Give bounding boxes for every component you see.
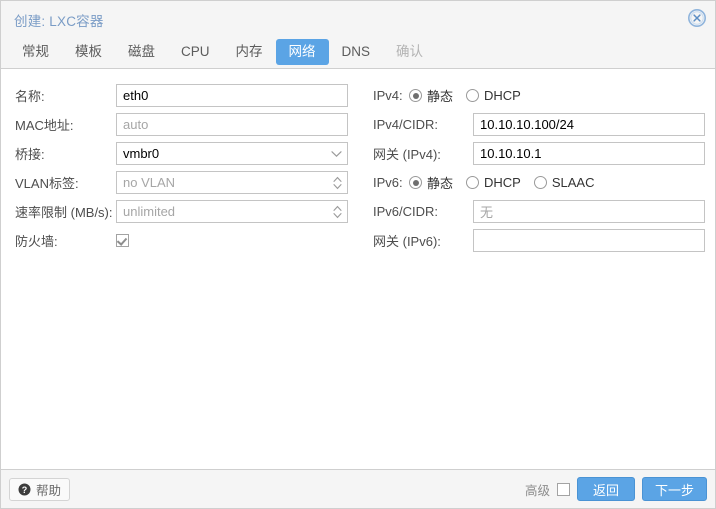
tab-cpu[interactable]: CPU: [168, 39, 223, 65]
vlan-stepper[interactable]: no VLAN: [116, 171, 348, 194]
dialog-body: 名称: eth0 MAC地址: auto 桥接: vmbr0 VLAN标签: n…: [1, 69, 715, 469]
close-icon[interactable]: [687, 8, 707, 28]
ipv4-cidr-input[interactable]: 10.10.10.100/24: [473, 113, 705, 136]
field-row-firewall: 防火墙:: [1, 226, 359, 255]
ipv6-gateway-label: 网关 (IPv6):: [373, 234, 441, 249]
bridge-select[interactable]: vmbr0: [116, 142, 348, 165]
field-row-ipv4-cidr: IPv4/CIDR: 10.10.10.100/24: [359, 110, 715, 139]
field-row-rate-limit: 速率限制 (MB/s): unlimited: [1, 197, 359, 226]
radio-selected-icon: [409, 176, 422, 189]
footer-actions: 高级 返回 下一步: [525, 477, 707, 501]
ipv4-label: IPv4:: [373, 88, 403, 103]
radio-selected-icon: [409, 89, 422, 102]
spinner-arrows-icon[interactable]: [332, 204, 343, 220]
vlan-value: no VLAN: [123, 175, 176, 190]
field-row-bridge: 桥接: vmbr0: [1, 139, 359, 168]
field-row-ipv4-mode: IPv4: 静态 DHCP: [359, 81, 715, 110]
help-button[interactable]: ? 帮助: [9, 477, 71, 501]
rate-limit-stepper[interactable]: unlimited: [116, 200, 348, 223]
radio-unselected-icon: [466, 89, 480, 102]
ipv6-label: IPv6:: [373, 175, 403, 190]
tab-bar: 常规 模板 磁盘 CPU 内存 网络 DNS 确认: [9, 39, 436, 65]
network-right-column: IPv4: 静态 DHCP IPv4/CIDR: 10.10.10.100/24: [359, 69, 715, 255]
radio-unselected-icon: [466, 176, 480, 189]
ipv6-gateway-input[interactable]: [473, 229, 705, 252]
help-button-label: 帮助: [36, 483, 62, 498]
ipv6-dhcp-label: DHCP: [484, 175, 521, 190]
ipv6-slaac-label: SLAAC: [551, 175, 595, 190]
dialog-title: 创建: LXC容器: [14, 14, 104, 29]
bridge-label: 桥接:: [15, 147, 45, 162]
tab-disk[interactable]: 磁盘: [115, 39, 168, 65]
ipv6-static-radio[interactable]: 静态: [409, 173, 453, 192]
back-button[interactable]: 返回: [576, 477, 635, 501]
dialog-footer: ? 帮助 高级 返回 下一步: [1, 469, 715, 508]
ipv6-cidr-label: IPv6/CIDR:: [373, 204, 439, 219]
rate-limit-value: unlimited: [123, 204, 176, 219]
name-input[interactable]: eth0: [116, 84, 348, 107]
ipv4-cidr-label: IPv4/CIDR:: [373, 117, 439, 132]
ipv6-cidr-input[interactable]: 无: [473, 200, 705, 223]
firewall-label: 防火墙:: [15, 234, 58, 249]
field-row-ipv4-gateway: 网关 (IPv4): 10.10.10.1: [359, 139, 715, 168]
ipv4-static-radio[interactable]: 静态: [409, 86, 453, 105]
spinner-arrows-icon[interactable]: [332, 175, 343, 191]
ipv4-static-label: 静态: [427, 89, 454, 104]
advanced-label: 高级: [524, 483, 550, 498]
mac-input[interactable]: auto: [116, 113, 348, 136]
next-button[interactable]: 下一步: [641, 477, 707, 501]
advanced-checkbox[interactable]: [556, 482, 570, 496]
svg-text:?: ?: [22, 484, 28, 494]
ipv4-gateway-input[interactable]: 10.10.10.1: [473, 142, 705, 165]
dialog-header: 创建: LXC容器 常规 模板 磁盘 CPU 内存 网络 DNS 确认: [1, 1, 715, 69]
chevron-down-icon: [331, 150, 342, 158]
field-row-ipv6-gateway: 网关 (IPv6):: [359, 226, 715, 255]
field-row-mac: MAC地址: auto: [1, 110, 359, 139]
mac-label: MAC地址:: [15, 118, 74, 133]
vlan-label: VLAN标签:: [15, 176, 79, 191]
network-left-column: 名称: eth0 MAC地址: auto 桥接: vmbr0 VLAN标签: n…: [1, 69, 359, 255]
ipv4-mode-radio-group: 静态 DHCP: [409, 86, 521, 105]
field-row-ipv6-mode: IPv6: 静态 DHCP SLAAC: [359, 168, 715, 197]
bridge-value: vmbr0: [123, 146, 160, 161]
field-row-ipv6-cidr: IPv6/CIDR: 无: [359, 197, 715, 226]
ipv4-dhcp-radio[interactable]: DHCP: [466, 88, 521, 103]
tab-memory[interactable]: 内存: [223, 39, 276, 65]
firewall-checkbox[interactable]: [116, 234, 129, 247]
question-circle-icon: ?: [18, 483, 31, 496]
field-row-name: 名称: eth0: [1, 81, 359, 110]
ipv6-mode-radio-group: 静态 DHCP SLAAC: [409, 173, 595, 192]
radio-unselected-icon: [533, 176, 547, 189]
tab-dns[interactable]: DNS: [329, 39, 384, 65]
create-lxc-container-dialog: 创建: LXC容器 常规 模板 磁盘 CPU 内存 网络 DNS 确认 名称: …: [0, 0, 716, 509]
tab-general[interactable]: 常规: [9, 39, 62, 65]
tab-confirm: 确认: [396, 44, 424, 59]
ipv6-dhcp-radio[interactable]: DHCP: [466, 175, 521, 190]
ipv4-gateway-label: 网关 (IPv4):: [373, 147, 441, 162]
ipv6-static-label: 静态: [427, 176, 454, 191]
rate-limit-label: 速率限制 (MB/s):: [15, 205, 113, 220]
tab-template[interactable]: 模板: [62, 39, 115, 65]
field-row-vlan: VLAN标签: no VLAN: [1, 168, 359, 197]
tab-network[interactable]: 网络: [275, 39, 329, 65]
ipv6-slaac-radio[interactable]: SLAAC: [533, 175, 595, 190]
ipv4-dhcp-label: DHCP: [484, 88, 521, 103]
name-label: 名称:: [15, 89, 45, 104]
